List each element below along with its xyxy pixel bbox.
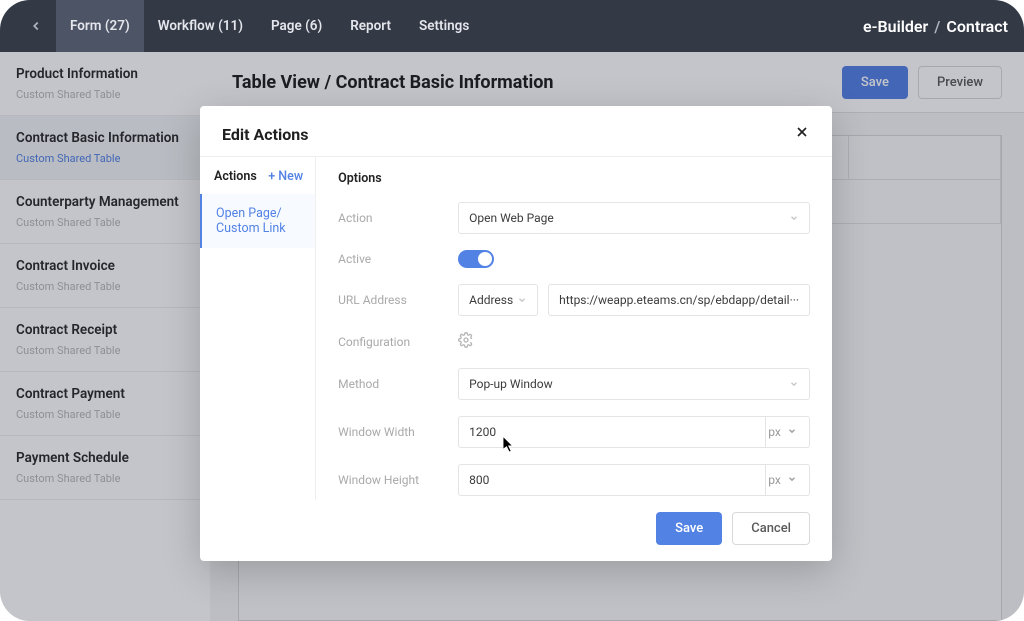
field-label-active: Active [338,252,458,266]
top-tabs: Form (27) Workflow (11) Page (6) Report … [56,0,483,52]
field-label-height: Window Height [338,473,458,487]
context-label: Contract [946,17,1008,36]
close-button[interactable] [794,124,810,144]
method-select-value: Pop-up Window [469,377,553,391]
modal-title: Edit Actions [222,125,308,144]
tab-form[interactable]: Form (27) [56,0,144,52]
chevron-down-icon [517,295,527,305]
edit-actions-modal: Edit Actions Actions New Open Page/ Cust… [200,106,832,561]
tab-page[interactable]: Page (6) [257,0,336,52]
back-button[interactable] [16,19,56,33]
modal-save-button[interactable]: Save [656,512,722,545]
options-label: Options [338,171,810,186]
chevron-down-icon [787,425,797,439]
chevron-down-icon [789,213,799,223]
action-select-value: Open Web Page [469,211,554,225]
action-select[interactable]: Open Web Page [458,202,810,234]
gear-icon [458,332,474,348]
unit-label: px [768,473,781,487]
breadcrumb: e-Builder/Contract [863,17,1008,36]
chevron-down-icon [789,379,799,389]
tab-settings[interactable]: Settings [405,0,483,52]
height-input[interactable]: 800 [458,464,766,496]
height-unit-select[interactable]: px [756,464,810,496]
field-label-method: Method [338,377,458,391]
field-label-configuration: Configuration [338,335,458,349]
configuration-button[interactable] [458,332,474,352]
modal-cancel-button[interactable]: Cancel [732,512,810,545]
width-unit-select[interactable]: px [756,416,810,448]
chevron-left-icon [29,19,43,33]
field-label-url: URL Address [338,293,458,307]
field-label-width: Window Width [338,425,458,439]
chevron-down-icon [787,473,797,487]
topbar: Form (27) Workflow (11) Page (6) Report … [0,0,1024,52]
active-toggle[interactable] [458,250,494,268]
actions-column: Actions New Open Page/ Custom Link [200,157,316,500]
tab-workflow[interactable]: Workflow (11) [144,0,257,52]
tab-report[interactable]: Report [336,0,405,52]
url-input[interactable]: https://weapp.eteams.cn/sp/ebdapp/detail… [548,284,810,316]
method-select[interactable]: Pop-up Window [458,368,810,400]
close-icon [794,124,810,140]
brand-label: e-Builder [863,17,928,36]
action-item-open-page[interactable]: Open Page/ Custom Link [200,194,315,248]
width-input[interactable]: 1200 [458,416,766,448]
unit-label: px [768,425,781,439]
options-column: Options Action Open Web Page Active [316,157,832,500]
url-type-select[interactable]: Address [458,284,538,316]
url-type-value: Address [469,293,513,307]
new-action-button[interactable]: New [268,169,303,184]
field-label-action: Action [338,211,458,225]
actions-label: Actions [214,169,257,184]
